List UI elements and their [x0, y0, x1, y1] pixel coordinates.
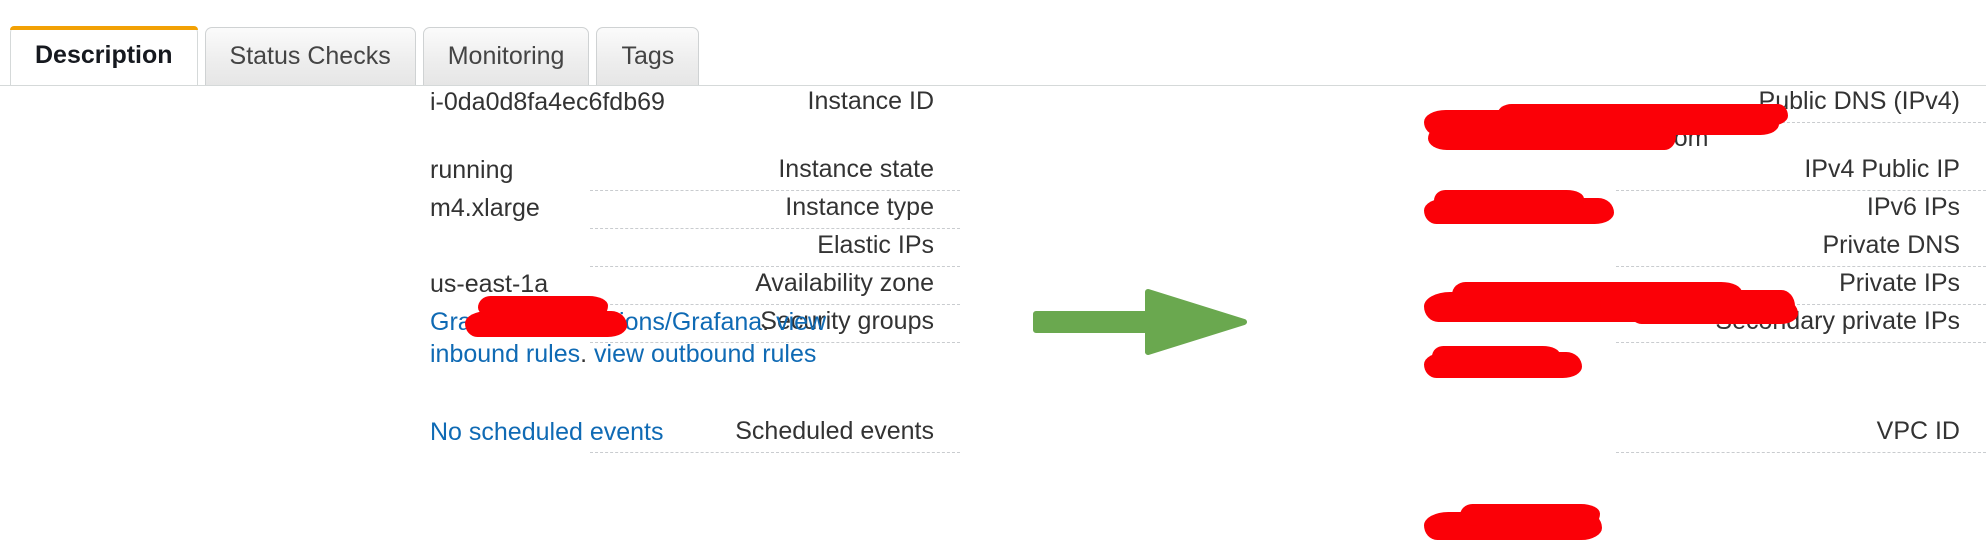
tab-label: Status Checks	[229, 42, 391, 70]
detail-label: Private IPs	[1616, 268, 1986, 305]
detail-label: VPC ID	[1616, 416, 1986, 453]
tab-label: Description	[35, 41, 173, 69]
link-security-group[interactable]: Graphite/Annotations/Grafana	[430, 308, 762, 336]
instance-description-panel: Instance ID i-0da0d8fa4ec6fdb69 Instance…	[0, 86, 1986, 554]
detail-label: Availability zone	[590, 268, 960, 305]
detail-label: Private DNS	[1616, 230, 1986, 267]
detail-value-public-dns-ipv4-tail: 1.amazonaws.com	[1500, 124, 1709, 152]
tab-monitoring[interactable]: Monitoring	[422, 27, 590, 85]
detail-value-instance-id: i-0da0d8fa4ec6fdb69	[430, 88, 665, 116]
text-separator: .	[762, 308, 770, 336]
detail-label: IPv4 Public IP	[1616, 154, 1986, 191]
detail-value-security-groups: Graphite/Annotations/Grafana. view inbou…	[430, 306, 860, 370]
detail-value-instance-state: running	[430, 156, 514, 184]
detail-label: IPv6 IPs	[1866, 193, 1960, 221]
detail-value-scheduled-events: No scheduled events	[430, 416, 663, 448]
text-separator: .	[580, 340, 588, 368]
tab-tags[interactable]: Tags	[596, 27, 700, 85]
detail-value-instance-type: m4.xlarge	[430, 194, 540, 222]
detail-value-availability-zone: us-east-1a	[430, 270, 549, 298]
tab-label: Monitoring	[447, 42, 565, 70]
detail-label: Public DNS (IPv4)	[1616, 86, 1986, 123]
tab-list: Description Status Checks Monitoring Tag…	[10, 26, 700, 86]
link-no-scheduled-events[interactable]: No scheduled events	[430, 418, 663, 446]
detail-label: Instance type	[590, 192, 960, 229]
link-view-outbound-rules[interactable]: view outbound rules	[594, 340, 816, 368]
tab-strip: Description Status Checks Monitoring Tag…	[0, 0, 1986, 86]
tab-label: Tags	[621, 42, 675, 70]
tab-description[interactable]: Description	[10, 26, 198, 86]
detail-label: Elastic IPs	[590, 230, 960, 267]
tab-active-accent-bar	[10, 26, 198, 30]
detail-label: Secondary private IPs	[1616, 306, 1986, 343]
detail-label: Instance state	[590, 154, 960, 191]
detail-value-ipv6-ips: -	[1500, 194, 1509, 222]
tab-status-checks[interactable]: Status Checks	[204, 27, 416, 85]
